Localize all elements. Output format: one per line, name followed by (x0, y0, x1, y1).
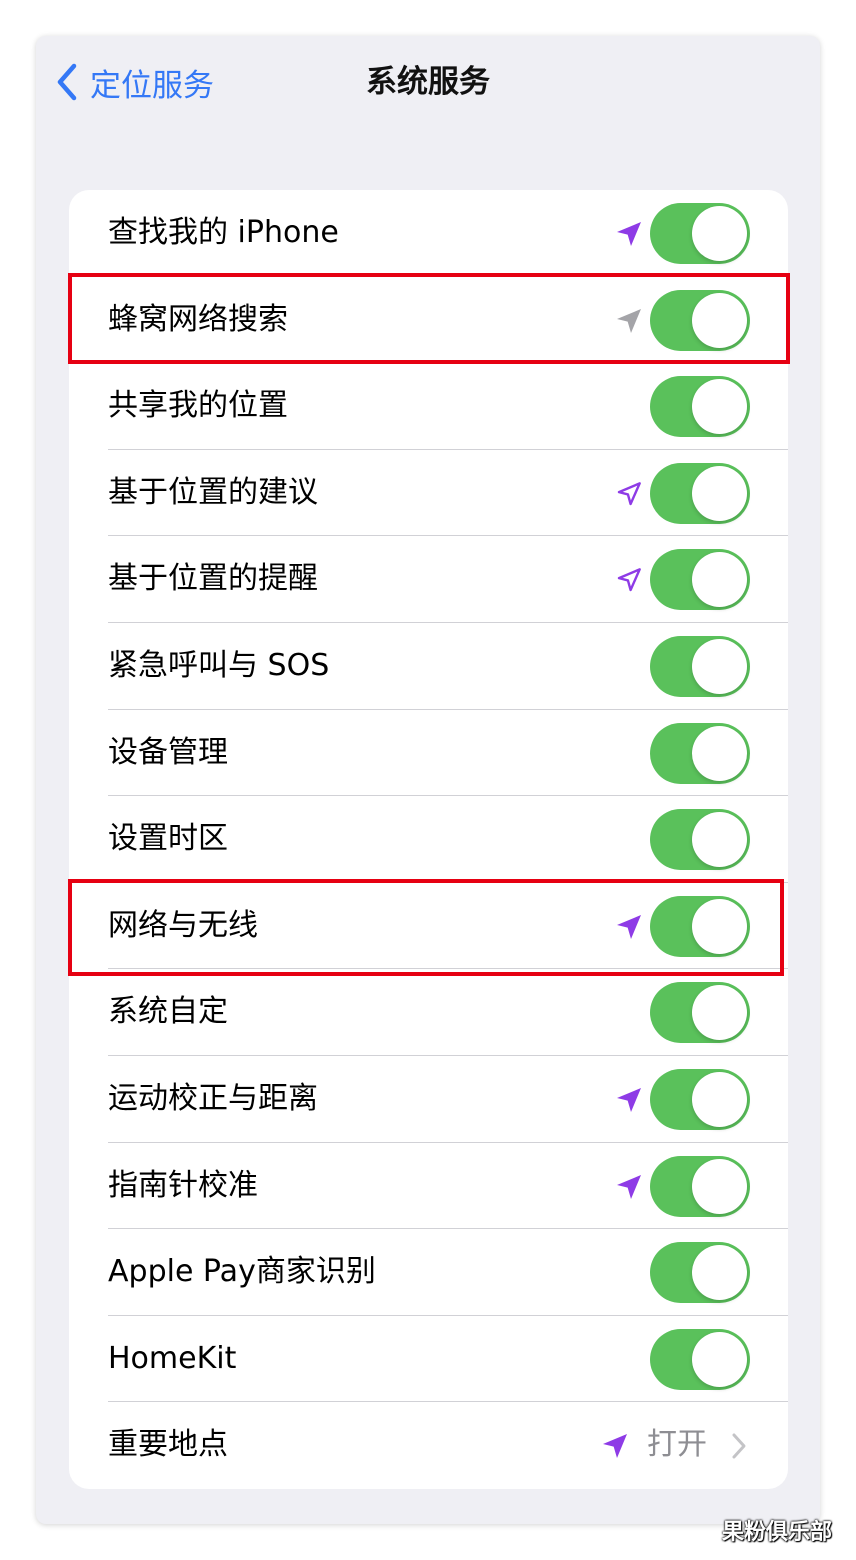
list-item-setting-time-zone: 设置时区 (69, 796, 788, 883)
toggle-knob (692, 1245, 747, 1301)
toggle-switch[interactable] (650, 1242, 750, 1304)
toggle-switch[interactable] (650, 809, 750, 871)
list-item-location-suggestions: 基于位置的建议 (69, 450, 788, 537)
location-arrow-outline-icon (613, 564, 645, 596)
row-label: 指南针校准 (108, 1167, 258, 1203)
list-item-significant-locations[interactable]: 重要地点 打开 (69, 1402, 788, 1489)
row-label: 紧急呼叫与 SOS (108, 648, 330, 683)
toggle-switch[interactable] (650, 1328, 750, 1390)
toggle-knob (692, 725, 747, 781)
row-label: 基于位置的建议 (108, 474, 318, 510)
watermark: 果粉俱乐部 (722, 1520, 833, 1545)
list-item-homekit: HomeKit (69, 1316, 788, 1403)
row-label: 蜂窝网络搜索 (108, 301, 288, 337)
settings-screen: 定位服务 系统服务 查找我的 iPhone 蜂窝网络搜索 共享我的位置 基于位置 (36, 36, 820, 1524)
toggle-switch[interactable] (650, 636, 750, 697)
row-label: 设备管理 (108, 734, 228, 770)
location-arrow-icon (613, 1171, 645, 1203)
row-label: 网络与无线 (108, 907, 258, 943)
toggle-knob (692, 465, 747, 521)
row-value: 打开 (647, 1427, 707, 1463)
toggle-switch[interactable] (650, 1069, 750, 1130)
row-label: 基于位置的提醒 (108, 561, 318, 597)
list-item-motion-calibration: 运动校正与距离 (69, 1056, 788, 1143)
toggle-switch[interactable] (650, 722, 750, 784)
list-item-networking-wireless: 网络与无线 (69, 883, 788, 970)
chevron-right-icon (732, 1433, 746, 1459)
toggle-knob (692, 552, 747, 608)
toggle-knob (692, 812, 747, 868)
row-label: 查找我的 iPhone (108, 215, 339, 250)
system-services-list: 查找我的 iPhone 蜂窝网络搜索 共享我的位置 基于位置的建议 基于位置的提… (69, 190, 788, 1489)
list-item-apple-pay-merchant: Apple Pay商家识别 (69, 1229, 788, 1316)
toggle-knob (692, 1158, 747, 1214)
row-label: Apple Pay商家识别 (108, 1254, 376, 1290)
location-arrow-icon (613, 1084, 645, 1116)
row-label: 重要地点 (108, 1427, 228, 1463)
toggle-knob (692, 206, 747, 261)
toggle-switch[interactable] (650, 462, 750, 524)
row-label: HomeKit (108, 1340, 237, 1376)
row-label: 运动校正与距离 (108, 1081, 318, 1116)
list-item-system-customization: 系统自定 (69, 969, 788, 1056)
toggle-switch[interactable] (650, 203, 750, 264)
toggle-knob (692, 292, 747, 348)
toggle-switch[interactable] (650, 1155, 750, 1217)
toggle-switch[interactable] (650, 376, 750, 438)
location-arrow-icon (613, 305, 645, 337)
toggle-knob (692, 985, 747, 1041)
toggle-switch[interactable] (650, 895, 750, 957)
location-arrow-icon (599, 1430, 631, 1462)
toggle-switch[interactable] (650, 549, 750, 611)
toggle-knob (692, 379, 747, 435)
toggle-switch[interactable] (650, 289, 750, 351)
location-arrow-icon (613, 218, 645, 250)
toggle-knob (692, 898, 747, 954)
page-title: 系统服务 (366, 64, 490, 100)
list-item-location-alerts: 基于位置的提醒 (69, 536, 788, 623)
location-arrow-outline-icon (613, 478, 645, 510)
list-item-compass-calibration: 指南针校准 (69, 1143, 788, 1230)
toggle-knob (692, 1331, 747, 1387)
list-item-emergency-sos: 紧急呼叫与 SOS (69, 623, 788, 710)
list-item-share-my-location: 共享我的位置 (69, 363, 788, 450)
row-label: 共享我的位置 (108, 388, 288, 424)
toggle-knob (692, 1072, 747, 1127)
row-label: 系统自定 (108, 994, 228, 1030)
row-label: 设置时区 (108, 821, 228, 857)
list-item-cellular-network-search: 蜂窝网络搜索 (69, 277, 788, 364)
location-arrow-icon (613, 911, 645, 943)
toggle-knob (692, 639, 747, 694)
list-item-device-management: 设备管理 (69, 710, 788, 797)
toggle-switch[interactable] (650, 982, 750, 1044)
list-item-find-my-iphone: 查找我的 iPhone (69, 190, 788, 277)
